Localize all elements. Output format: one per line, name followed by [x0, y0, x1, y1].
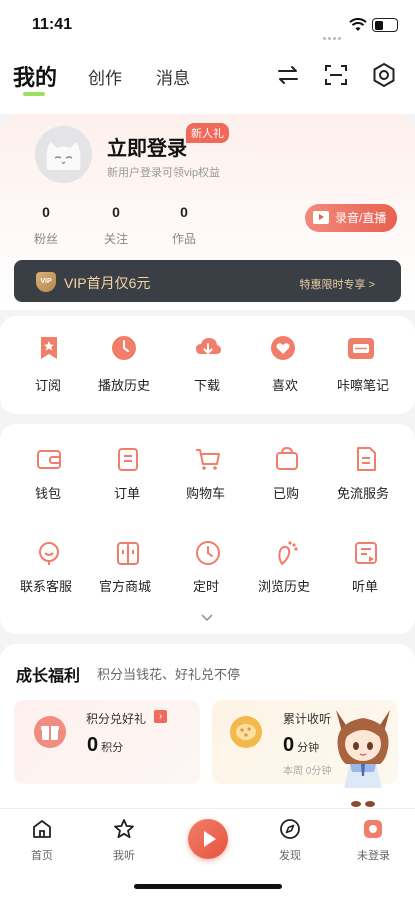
stat-fans[interactable]: 0 粉丝 [28, 204, 64, 247]
service-label: 官方商城 [99, 579, 152, 594]
listening-unit: 分钟 [297, 742, 320, 754]
switch-icon[interactable] [274, 61, 302, 89]
new-user-badge: 新人礼 [186, 123, 229, 143]
listening-number: 0 [283, 734, 295, 756]
profile-icon [364, 820, 382, 838]
tab-label: 首页 [31, 850, 53, 862]
scan-icon[interactable] [322, 61, 350, 89]
settings-icon[interactable] [370, 61, 398, 89]
quick-action-label: 喜欢 [272, 378, 299, 393]
play-button[interactable] [188, 819, 228, 859]
timer-icon [196, 541, 220, 565]
gift-icon [34, 716, 66, 748]
points-unit: 积分 [101, 742, 124, 754]
data-free-icon [357, 447, 376, 471]
wallet-icon [37, 450, 61, 469]
service-label: 免流服务 [337, 486, 390, 501]
status-time: 11:41 [32, 16, 73, 33]
tab-messages[interactable]: 消息 [156, 64, 190, 89]
tab-label: 我听 [113, 850, 135, 862]
quick-action-label: 下载 [194, 378, 221, 393]
tab-create[interactable]: 创作 [88, 64, 122, 89]
vip-offer-link[interactable]: 特惠限时专享 > [300, 276, 375, 292]
record-live-label: 录音/直播 [335, 211, 387, 225]
wifi-icon [349, 18, 367, 31]
cart-icon [196, 449, 220, 470]
service-label: 钱包 [35, 486, 62, 501]
listening-value: 0 分钟 [283, 734, 319, 757]
cookie-icon [230, 716, 262, 748]
record-live-button[interactable]: 录音/直播 [305, 204, 397, 232]
playlist-icon [355, 542, 377, 564]
service-label: 联系客服 [20, 579, 73, 594]
footprint-icon [278, 541, 298, 566]
vip-promo-text: VIP首月仅6元 [64, 275, 151, 291]
listening-title: 累计收听 [283, 712, 332, 726]
subscribe-icon [41, 337, 57, 359]
mall-icon [117, 542, 139, 565]
status-bar: 11:41 [0, 0, 415, 46]
chevron-right-icon: › [154, 710, 167, 723]
points-title: 积分兑好礼 [86, 712, 147, 726]
points-value: 0 积分 [87, 734, 123, 757]
service-label: 浏览历史 [258, 579, 311, 594]
service-label: 订单 [114, 486, 141, 501]
services-card: 钱包 订单 购物车 已购 免流服务 联系客服 官方商城 定时 浏览历史 听单 [0, 424, 415, 634]
stat-value: 0 [42, 204, 50, 220]
history-icon [112, 336, 136, 360]
support-icon [39, 542, 59, 565]
order-icon [118, 448, 138, 471]
stat-works[interactable]: 0 作品 [166, 204, 202, 247]
tab-label: 未登录 [357, 850, 390, 862]
top-nav: 我的 创作 消息 [0, 46, 415, 114]
heart-icon [271, 336, 295, 360]
vip-badge-icon: VIP [36, 272, 56, 292]
quick-action-label: 播放历史 [98, 378, 151, 393]
profile-card: 立即登录 新人礼 新用户登录可领vip权益 0 粉丝 0 关注 0 作品 录音/… [0, 114, 415, 310]
tab-mine[interactable]: 我的 [13, 60, 57, 92]
service-label: 已购 [273, 486, 300, 501]
welfare-title: 成长福利 [16, 668, 81, 685]
download-icon [196, 338, 221, 355]
stat-value: 0 [112, 204, 120, 220]
signal-dots-icon [323, 27, 343, 40]
login-title[interactable]: 立即登录 [107, 132, 187, 161]
mascot-character-icon [336, 710, 390, 807]
service-label: 听单 [352, 579, 379, 594]
battery-icon [372, 18, 398, 32]
discover-icon [280, 819, 300, 839]
active-tab-indicator [23, 92, 45, 96]
points-box[interactable]: 积分兑好礼 › 0 积分 [14, 700, 200, 784]
cat-avatar-icon [35, 126, 92, 183]
video-icon [313, 211, 329, 224]
chevron-down-icon[interactable] [200, 612, 214, 622]
stat-value: 0 [180, 204, 188, 220]
note-icon [348, 338, 374, 359]
stat-following[interactable]: 0 关注 [98, 204, 134, 247]
stat-label: 关注 [103, 232, 128, 246]
avatar[interactable] [35, 126, 92, 183]
quick-action-label: 订阅 [35, 378, 62, 393]
points-number: 0 [87, 734, 99, 756]
tab-label: 发现 [279, 850, 301, 862]
quick-action-label: 咔嚓笔记 [337, 378, 390, 393]
login-subtitle: 新用户登录可领vip权益 [107, 167, 221, 179]
service-label: 购物车 [186, 486, 226, 501]
service-label: 定时 [193, 579, 220, 594]
weekly-listening: 本周 0分钟 [283, 766, 332, 777]
vip-banner[interactable]: VIP VIP首月仅6元 特惠限时专享 > [14, 260, 401, 302]
welfare-subtitle: 积分当钱花、好礼兑不停 [97, 667, 241, 682]
bag-icon [276, 446, 298, 470]
stat-label: 粉丝 [33, 232, 58, 246]
quick-actions-card: 订阅 播放历史 下载 喜欢 咔嚓笔记 [0, 316, 415, 414]
stat-label: 作品 [171, 232, 196, 246]
star-icon [114, 819, 134, 839]
home-indicator [134, 884, 282, 889]
home-icon [33, 820, 51, 838]
